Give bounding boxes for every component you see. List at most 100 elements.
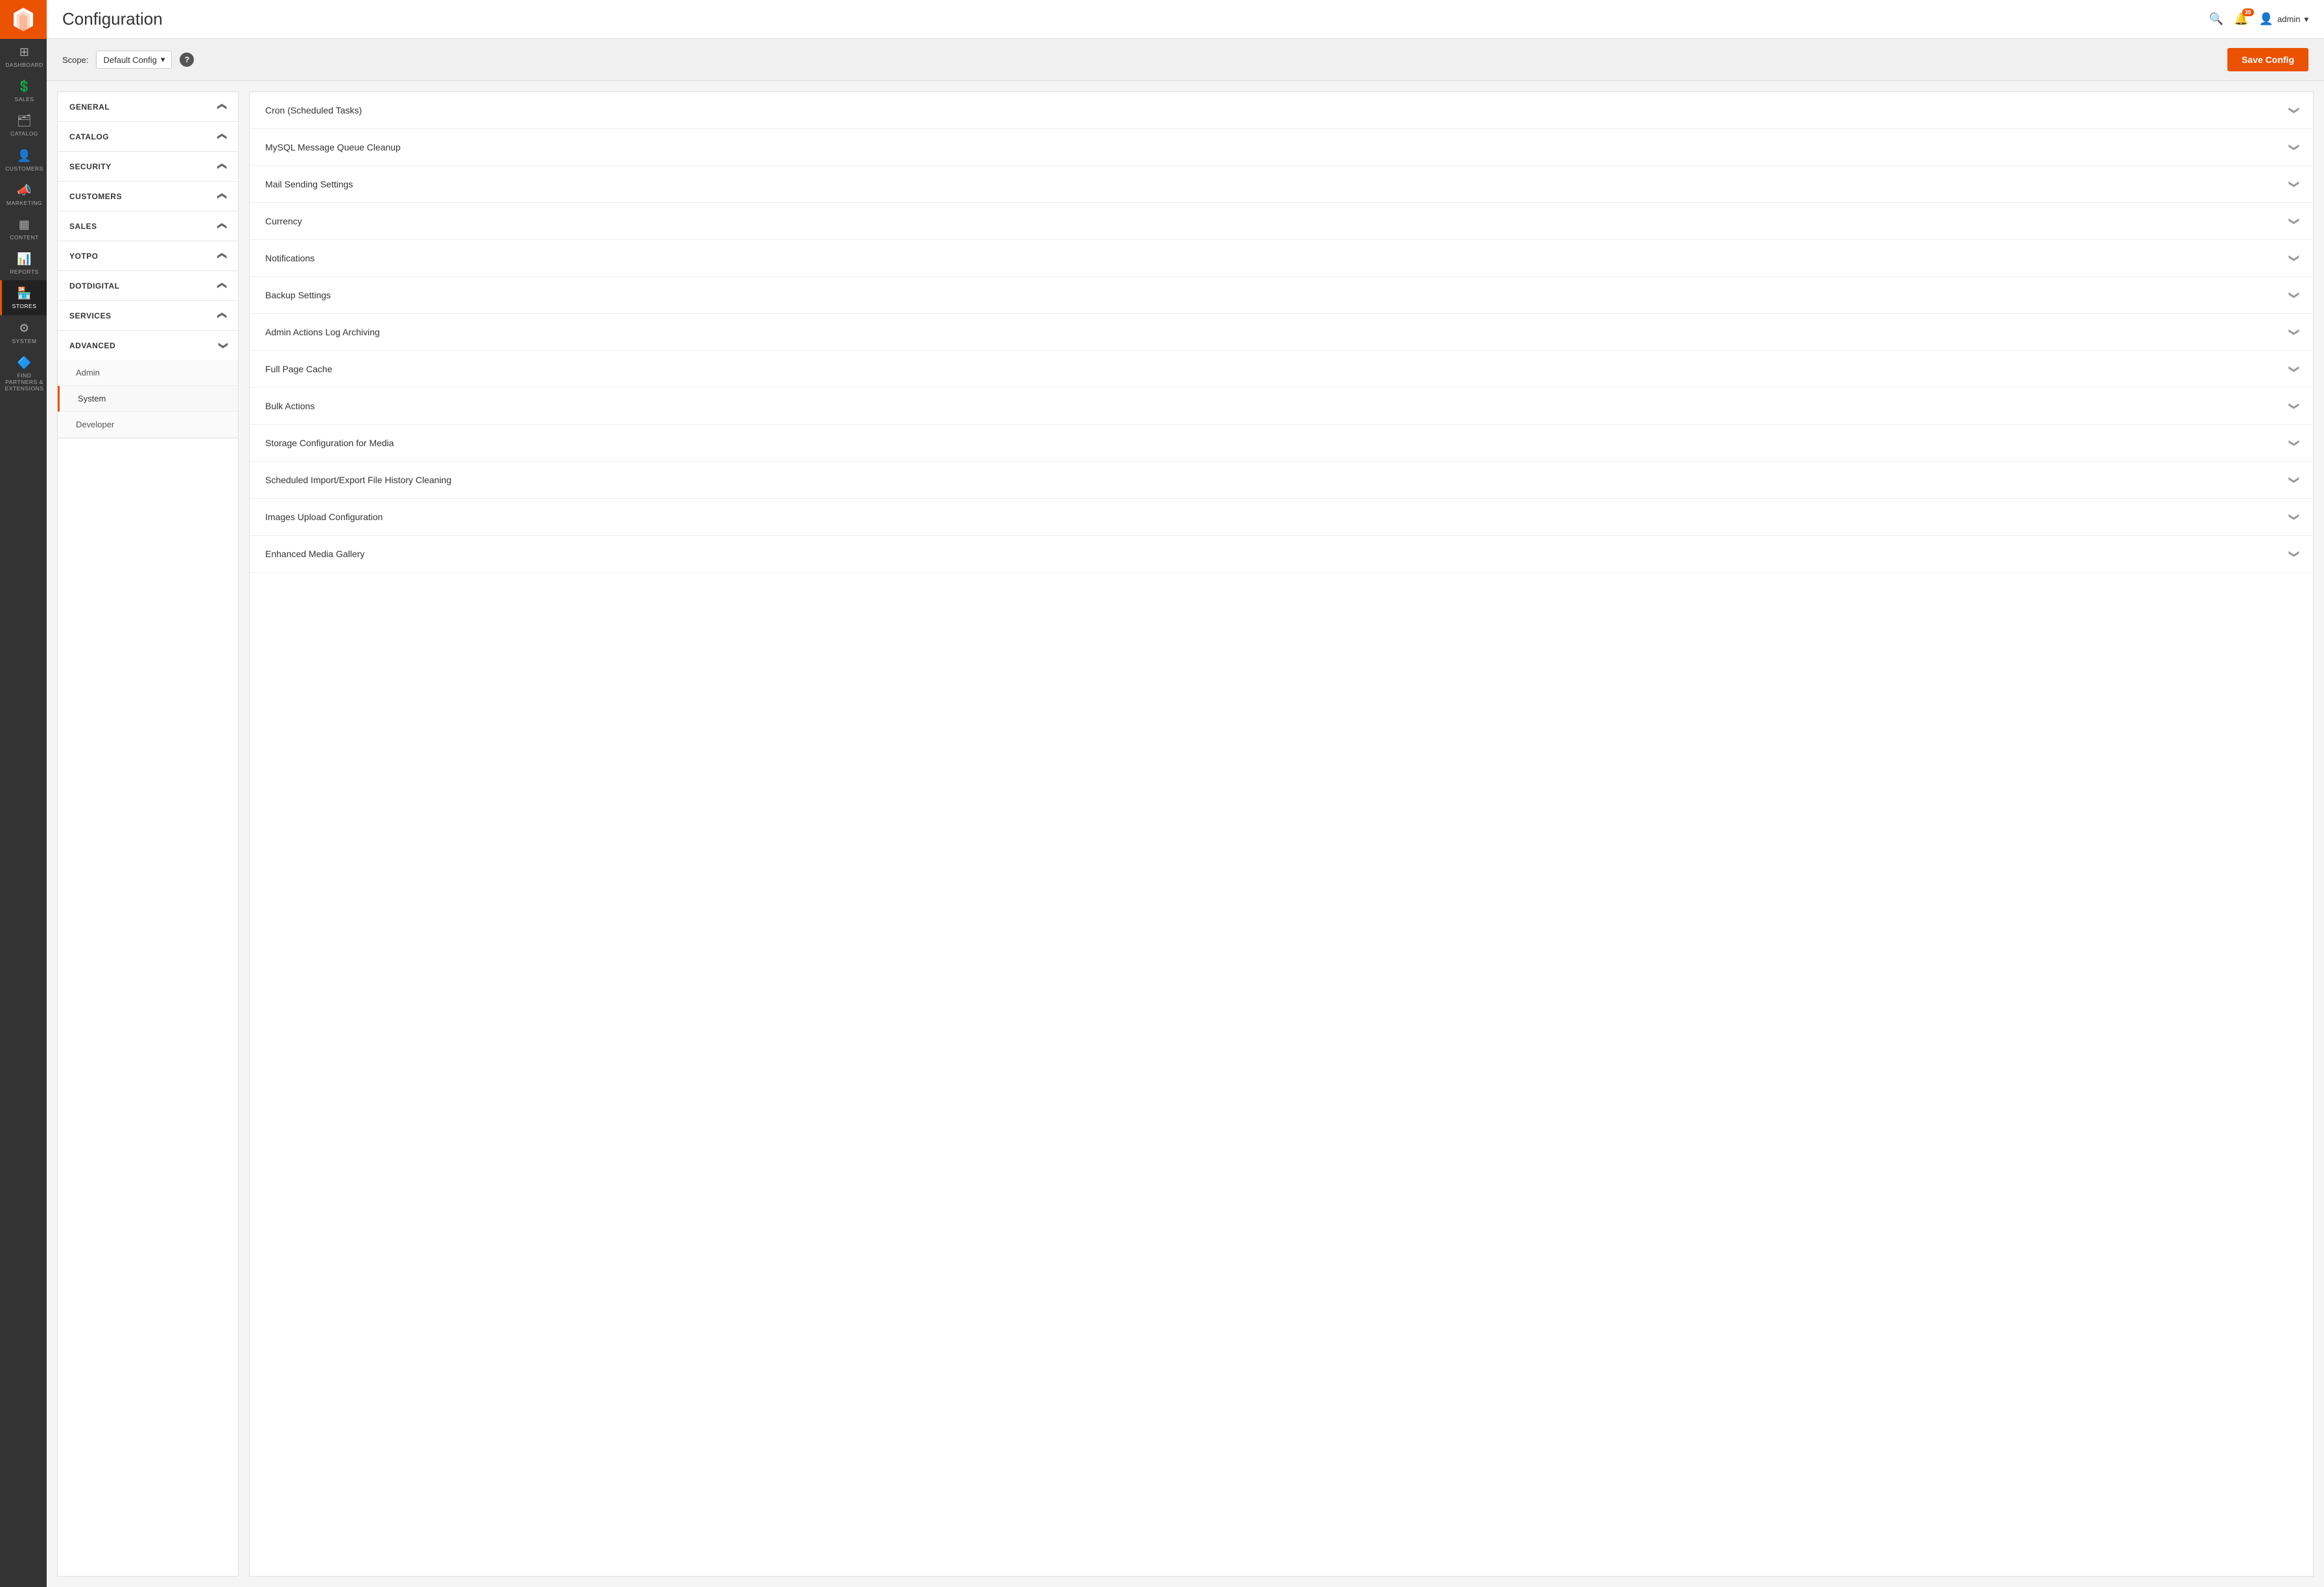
notification-bell[interactable]: 🔔 39: [2234, 12, 2248, 26]
sidebar-item-content[interactable]: ▦ CONTENT: [0, 211, 47, 246]
config-item-full-page-cache[interactable]: Full Page Cache ❮: [250, 351, 2313, 388]
expand-icon-mysql-queue: ❮: [2286, 143, 2299, 151]
notification-badge: 39: [2242, 8, 2254, 16]
catalog-icon: 🗂: [17, 114, 32, 128]
config-item-images-upload[interactable]: Images Upload Configuration ❮: [250, 499, 2313, 536]
chevron-icon-advanced: ❮: [217, 341, 228, 349]
sidebar-label-customers: CUSTOMERS: [5, 165, 43, 172]
sidebar-label-dashboard: DASHBOARD: [5, 62, 43, 68]
chevron-down-icon: ▾: [2304, 14, 2308, 25]
find-partners-icon: 🔷: [17, 356, 32, 370]
config-item-mysql-queue[interactable]: MySQL Message Queue Cleanup ❮: [250, 129, 2313, 166]
expand-icon-images-upload: ❮: [2286, 512, 2299, 521]
scope-value: Default Config: [103, 55, 156, 65]
config-item-label-storage-config: Storage Configuration for Media: [265, 438, 394, 448]
nav-section-header-security[interactable]: SECURITY ❮: [58, 152, 238, 181]
user-icon: 👤: [2259, 12, 2273, 26]
magento-logo: [0, 0, 47, 39]
nav-section-header-services[interactable]: SERVICES ❮: [58, 301, 238, 330]
config-item-label-backup: Backup Settings: [265, 290, 331, 300]
expand-icon-backup: ❮: [2286, 291, 2299, 299]
sidebar-item-stores[interactable]: 🏪 STORES: [0, 280, 47, 315]
nav-section-services: SERVICES ❮: [58, 301, 238, 331]
main-content: Configuration 🔍 🔔 39 👤 admin ▾ Scope: De…: [47, 0, 2324, 1587]
scope-chevron-icon: ▾: [161, 54, 165, 65]
nav-section-label-sales: SALES: [69, 222, 97, 231]
nav-section-header-sales[interactable]: SALES ❮: [58, 211, 238, 241]
sidebar-label-catalog: CATALOG: [10, 130, 38, 137]
expand-icon-notifications: ❮: [2286, 254, 2299, 262]
content-area: GENERAL ❮ CATALOG ❮ SECURITY ❮ CUSTOMERS…: [47, 81, 2324, 1587]
chevron-icon-security: ❮: [217, 162, 228, 170]
sidebar-item-catalog[interactable]: 🗂 CATALOG: [0, 108, 47, 142]
config-item-admin-actions-log[interactable]: Admin Actions Log Archiving ❮: [250, 314, 2313, 351]
expand-icon-currency: ❮: [2286, 217, 2299, 225]
nav-section-header-dotdigital[interactable]: DOTDIGITAL ❮: [58, 271, 238, 300]
config-item-label-admin-actions-log: Admin Actions Log Archiving: [265, 327, 380, 337]
nav-section-header-customers[interactable]: CUSTOMERS ❮: [58, 182, 238, 211]
help-icon[interactable]: ?: [180, 53, 194, 67]
config-item-label-cron: Cron (Scheduled Tasks): [265, 105, 362, 115]
config-item-mail-sending[interactable]: Mail Sending Settings ❮: [250, 166, 2313, 203]
nav-section-catalog: CATALOG ❮: [58, 122, 238, 152]
sidebar-item-find-partners[interactable]: 🔷 FIND PARTNERS & EXTENSIONS: [0, 350, 47, 398]
config-item-backup[interactable]: Backup Settings ❮: [250, 277, 2313, 314]
config-item-storage-config[interactable]: Storage Configuration for Media ❮: [250, 425, 2313, 462]
config-item-label-full-page-cache: Full Page Cache: [265, 364, 333, 374]
nav-section-label-general: GENERAL: [69, 102, 110, 112]
sales-icon: 💲: [17, 80, 32, 93]
sidebar-item-dashboard[interactable]: ⊞ DASHBOARD: [0, 39, 47, 73]
config-item-enhanced-media[interactable]: Enhanced Media Gallery ❮: [250, 536, 2313, 573]
config-item-label-currency: Currency: [265, 216, 302, 226]
nav-section-dotdigital: DOTDIGITAL ❮: [58, 271, 238, 301]
left-nav-panel: GENERAL ❮ CATALOG ❮ SECURITY ❮ CUSTOMERS…: [57, 91, 239, 1577]
nav-section-header-advanced[interactable]: ADVANCED ❮: [58, 331, 238, 360]
admin-user-menu[interactable]: 👤 admin ▾: [2259, 12, 2308, 26]
nav-sub-items-advanced: AdminSystemDeveloper: [58, 360, 238, 438]
nav-section-header-catalog[interactable]: CATALOG ❮: [58, 122, 238, 151]
sidebar-item-system[interactable]: ⚙ SYSTEM: [0, 315, 47, 350]
customers-icon: 👤: [17, 149, 32, 163]
config-item-cron[interactable]: Cron (Scheduled Tasks) ❮: [250, 92, 2313, 129]
expand-icon-bulk-actions: ❮: [2286, 401, 2299, 410]
admin-username: admin: [2277, 14, 2300, 24]
config-item-notifications[interactable]: Notifications ❮: [250, 240, 2313, 277]
nav-section-header-yotpo[interactable]: YOTPO ❮: [58, 241, 238, 270]
scope-bar: Scope: Default Config ▾ ? Save Config: [47, 39, 2324, 81]
sidebar-label-content: CONTENT: [10, 234, 39, 241]
search-icon[interactable]: 🔍: [2209, 12, 2223, 26]
scope-select[interactable]: Default Config ▾: [96, 51, 172, 69]
expand-icon-scheduled-import: ❮: [2286, 475, 2299, 484]
save-config-button[interactable]: Save Config: [2227, 48, 2308, 71]
config-item-scheduled-import[interactable]: Scheduled Import/Export File History Cle…: [250, 462, 2313, 499]
expand-icon-full-page-cache: ❮: [2286, 364, 2299, 373]
config-item-label-bulk-actions: Bulk Actions: [265, 401, 314, 411]
nav-section-sales: SALES ❮: [58, 211, 238, 241]
nav-section-yotpo: YOTPO ❮: [58, 241, 238, 271]
right-config-panel: Cron (Scheduled Tasks) ❮ MySQL Message Q…: [249, 91, 2314, 1577]
dashboard-icon: ⊞: [19, 45, 30, 59]
expand-icon-mail-sending: ❮: [2286, 180, 2299, 188]
nav-section-header-general[interactable]: GENERAL ❮: [58, 92, 238, 121]
sidebar: ⊞ DASHBOARD 💲 SALES 🗂 CATALOG 👤 CUSTOMER…: [0, 0, 47, 1587]
sidebar-item-reports[interactable]: 📊 REPORTS: [0, 246, 47, 280]
sidebar-item-sales[interactable]: 💲 SALES: [0, 73, 47, 108]
nav-sub-item-admin[interactable]: Admin: [58, 360, 238, 386]
config-item-currency[interactable]: Currency ❮: [250, 203, 2313, 240]
nav-section-advanced: ADVANCED ❮ AdminSystemDeveloper: [58, 331, 238, 438]
nav-section-label-dotdigital: DOTDIGITAL: [69, 281, 119, 291]
nav-section-label-services: SERVICES: [69, 311, 111, 320]
nav-section-customers: CUSTOMERS ❮: [58, 182, 238, 211]
chevron-icon-catalog: ❮: [217, 132, 228, 140]
nav-sub-item-system[interactable]: System: [58, 386, 238, 412]
expand-icon-enhanced-media: ❮: [2286, 549, 2299, 558]
config-item-label-mail-sending: Mail Sending Settings: [265, 179, 353, 189]
scope-label: Scope:: [62, 55, 88, 65]
config-item-label-images-upload: Images Upload Configuration: [265, 512, 383, 522]
sidebar-item-customers[interactable]: 👤 CUSTOMERS: [0, 143, 47, 177]
sidebar-label-marketing: MARKETING: [6, 200, 42, 206]
nav-sub-item-developer[interactable]: Developer: [58, 412, 238, 438]
nav-section-label-security: SECURITY: [69, 162, 112, 171]
config-item-bulk-actions[interactable]: Bulk Actions ❮: [250, 388, 2313, 425]
sidebar-item-marketing[interactable]: 📣 MARKETING: [0, 177, 47, 211]
